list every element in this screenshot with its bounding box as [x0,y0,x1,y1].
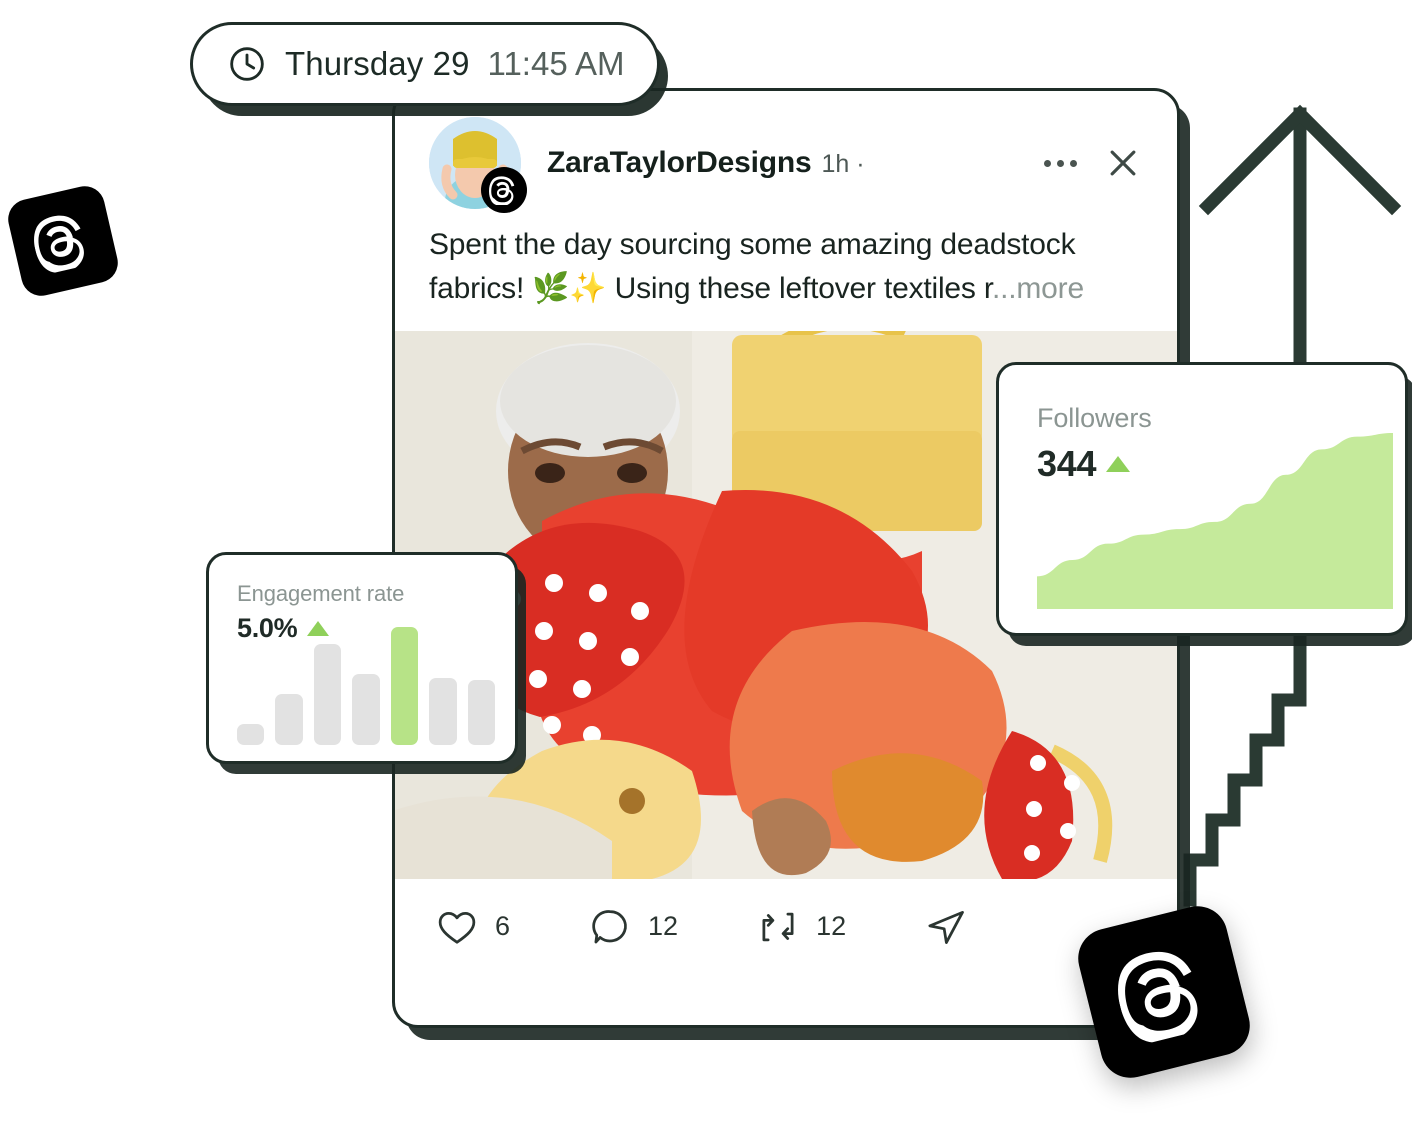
like-action[interactable]: 6 [435,905,510,949]
like-count: 6 [495,911,511,942]
followers-label: Followers [1037,403,1152,433]
threads-logo-tile-small [4,182,122,300]
comment-icon[interactable] [588,905,632,949]
post-author-row: ZaraTaylorDesigns 1h · [547,146,1044,180]
threads-logo-icon [34,215,84,273]
bar-1 [237,723,265,745]
post-header-actions [1044,143,1143,183]
close-icon[interactable] [1103,143,1143,183]
bar-5 [390,627,419,745]
comment-action[interactable]: 12 [588,905,678,949]
repost-icon[interactable] [756,905,800,949]
time-pill-clock: 11:45 AM [487,45,625,82]
avatar[interactable] [429,117,527,213]
heart-icon[interactable] [435,905,479,949]
time-pill-day: Thursday 29 [285,45,470,82]
post-text: Spent the day sourcing some amazing dead… [395,201,1177,331]
bar-2 [275,694,303,745]
threads-badge [481,167,527,213]
engagement-bar-chart [237,627,495,745]
post-author-name[interactable]: ZaraTaylorDesigns [547,146,812,180]
followers-card: Followers 344 [996,362,1408,636]
post-timestamp: 1h · [821,150,865,178]
bar-7 [467,680,495,745]
engagement-rate-card: Engagement rate 5.0% [206,552,518,764]
engagement-rate-label: Engagement rate [237,581,405,606]
post-header: ZaraTaylorDesigns 1h · [395,91,1177,213]
followers-area-chart [1037,433,1393,609]
comment-count: 12 [648,911,679,942]
post-text-line-1: Spent the day sourcing some amazing dead… [429,228,1076,261]
repost-action[interactable]: 12 [756,905,846,949]
post-actions: 6 12 12 [395,879,1177,975]
clock-icon [230,47,264,81]
bar-3 [313,643,342,745]
threads-logo-icon [489,176,515,205]
time-pill: Thursday 29 11:45 AM [190,22,660,106]
post-text-line-2: fabrics! 🌿✨ Using these leftover textile… [429,271,992,305]
bar-6 [429,677,457,745]
screenshot-stage: Thursday 29 11:45 AM ZaraTaylorDesigns 1… [0,0,1412,1124]
threads-logo-icon [1118,951,1198,1043]
more-options-icon[interactable] [1044,159,1077,167]
share-icon[interactable] [924,905,968,949]
repost-count: 12 [816,911,847,942]
followers-area-path [1037,433,1393,609]
share-action[interactable] [924,905,968,949]
post-more-link[interactable]: ...more [992,272,1084,305]
bar-4 [352,674,380,745]
